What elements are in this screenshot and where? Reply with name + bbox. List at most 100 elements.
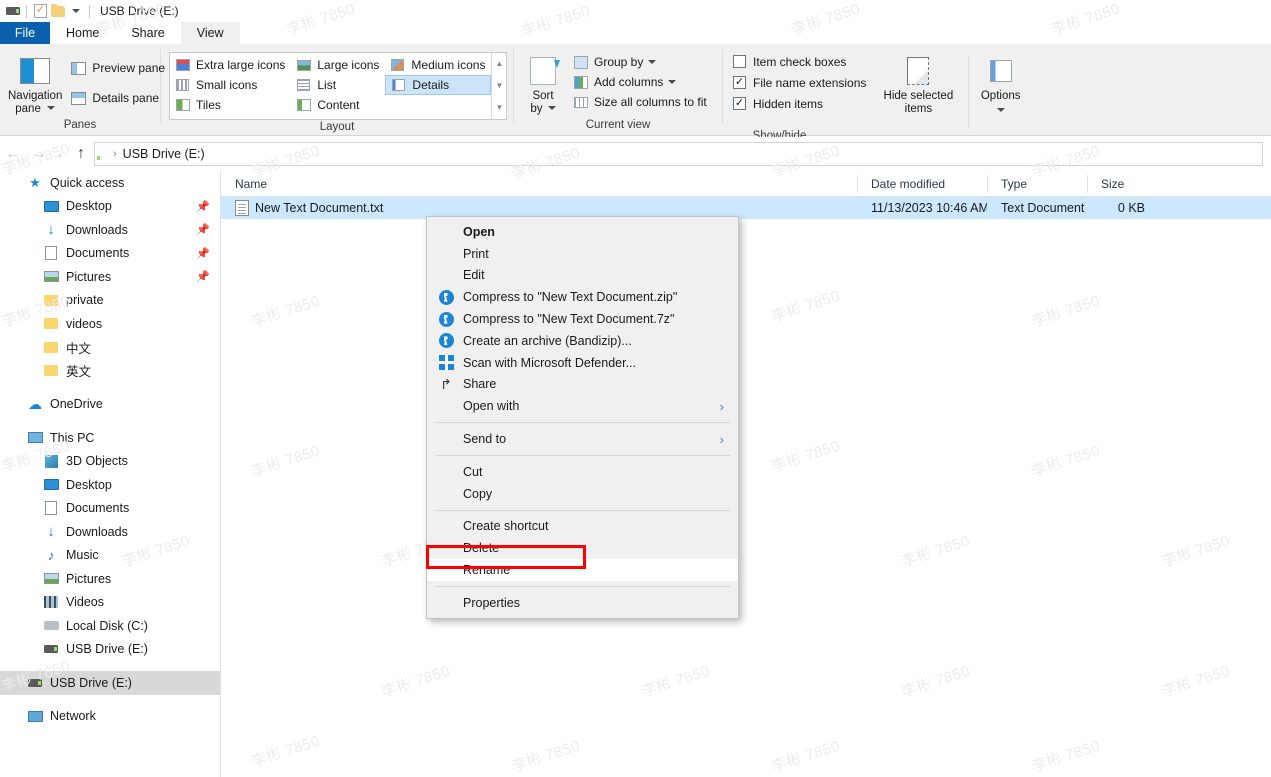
view-large-icons[interactable]: Large icons [291, 55, 385, 75]
hidden-items-option[interactable]: Hidden items [733, 93, 866, 114]
menu-item-label: Print [463, 247, 489, 261]
details-pane-button[interactable]: Details pane [68, 88, 170, 108]
context-menu-item-properties[interactable]: Properties [427, 592, 738, 614]
view-small-icons[interactable]: Small icons [170, 75, 291, 95]
hide-selected-items-button[interactable]: Hide selected items [878, 50, 958, 115]
column-header-size[interactable]: Size [1087, 171, 1155, 197]
sidebar-item-quick-access[interactable]: ★ Quick access [0, 171, 220, 195]
context-menu-item-share[interactable]: ↱ Share [427, 374, 738, 396]
pin-icon[interactable]: 📌 [196, 200, 210, 213]
table-row[interactable]: New Text Document.txt 11/13/2023 10:46 A… [221, 197, 1271, 219]
sidebar-item-desktop-pc[interactable]: Desktop [0, 473, 220, 497]
this-pc-icon [26, 429, 44, 447]
menu-item-label: Share [463, 377, 496, 391]
size-all-columns-button[interactable]: Size all columns to fit [570, 92, 712, 112]
context-menu-item-create-archive[interactable]: Create an archive (Bandizip)... [427, 330, 738, 352]
context-menu-item-create-shortcut[interactable]: Create shortcut [427, 516, 738, 538]
sidebar-item-onedrive[interactable]: ☁ OneDrive [0, 393, 220, 417]
music-icon: ♪ [42, 546, 60, 564]
group-by-button[interactable]: Group by [570, 52, 712, 72]
file-name-extensions-option[interactable]: File name extensions [733, 72, 866, 93]
forward-arrow-icon[interactable]: → [26, 141, 52, 167]
gallery-scrollbar[interactable]: ▲ ▼ ▼ [491, 53, 506, 119]
view-content[interactable]: Content [291, 95, 385, 115]
scroll-down-icon[interactable]: ▼ [495, 82, 503, 90]
menu-item-label: Compress to "New Text Document.zip" [463, 290, 677, 304]
sidebar-item-label: Pictures [66, 270, 111, 284]
column-header-type[interactable]: Type [987, 171, 1087, 197]
pin-icon[interactable]: 📌 [196, 223, 210, 236]
sidebar-item-network[interactable]: Network [0, 705, 220, 729]
sidebar-item-documents[interactable]: Documents 📌 [0, 242, 220, 266]
menu-item-label: Scan with Microsoft Defender... [463, 356, 636, 370]
context-menu-item-open[interactable]: Open [427, 221, 738, 243]
context-menu-item-open-with[interactable]: Open with › [427, 395, 738, 417]
menu-item-label: Cut [463, 465, 482, 479]
sidebar-item-pictures[interactable]: Pictures 📌 [0, 265, 220, 289]
tab-share[interactable]: Share [115, 22, 180, 44]
customize-chevron-icon[interactable] [67, 2, 85, 20]
context-menu-item-edit[interactable]: Edit [427, 265, 738, 287]
column-header-name[interactable]: Name [221, 171, 857, 197]
sidebar-item-3d-objects[interactable]: 3D Objects [0, 450, 220, 474]
breadcrumb-separator: › [113, 148, 117, 160]
scroll-up-icon[interactable]: ▲ [495, 60, 503, 68]
sidebar-item-local-disk-c[interactable]: Local Disk (C:) [0, 614, 220, 638]
sidebar-item-videos-pc[interactable]: Videos [0, 591, 220, 615]
menu-separator [435, 510, 730, 511]
context-menu-item-compress-zip[interactable]: Compress to "New Text Document.zip" [427, 286, 738, 308]
checkbox[interactable] [733, 76, 746, 89]
pin-icon[interactable]: 📌 [196, 247, 210, 260]
sidebar-item-videos-folder[interactable]: videos [0, 312, 220, 336]
view-list[interactable]: List [291, 75, 385, 95]
tab-home[interactable]: Home [50, 22, 115, 44]
up-arrow-icon[interactable]: ↑ [68, 141, 94, 167]
sidebar-item-downloads-pc[interactable]: ↓ Downloads [0, 520, 220, 544]
context-menu-item-cut[interactable]: Cut [427, 461, 738, 483]
context-menu-item-compress-7z[interactable]: Compress to "New Text Document.7z" [427, 308, 738, 330]
new-folder-icon[interactable] [49, 2, 67, 20]
view-medium-icons[interactable]: Medium icons [385, 55, 491, 75]
tab-view[interactable]: View [181, 22, 240, 44]
sidebar-item-usb-drive-e-selected[interactable]: USB Drive (E:) [0, 671, 220, 695]
context-menu-item-send-to[interactable]: Send to › [427, 428, 738, 450]
folder-icon [42, 291, 60, 309]
preview-pane-button[interactable]: Preview pane [68, 58, 170, 78]
sidebar-item-chinese-folder[interactable]: 中文 [0, 336, 220, 360]
type-cell: Text Document [987, 197, 1087, 219]
add-columns-button[interactable]: Add columns [570, 72, 712, 92]
sidebar-item-documents-pc[interactable]: Documents [0, 497, 220, 521]
column-header-date-modified[interactable]: Date modified [857, 171, 987, 197]
back-arrow-icon[interactable]: ← [0, 141, 26, 167]
checkbox[interactable] [733, 55, 746, 68]
checkbox[interactable] [733, 97, 746, 110]
options-button[interactable]: Options [973, 50, 1028, 115]
view-tiles[interactable]: Tiles [170, 95, 291, 115]
chevron-down-icon [47, 106, 55, 110]
navigation-pane-button[interactable]: Navigation pane [8, 50, 62, 115]
view-extra-large-icons[interactable]: Extra large icons [170, 55, 291, 75]
sidebar-item-private[interactable]: private [0, 289, 220, 313]
context-menu-item-copy[interactable]: Copy [427, 483, 738, 505]
sidebar-item-desktop[interactable]: Desktop 📌 [0, 195, 220, 219]
properties-icon[interactable] [31, 2, 49, 20]
sidebar-item-music[interactable]: ♪ Music [0, 544, 220, 568]
scroll-more-icon[interactable]: ▼ [495, 104, 503, 112]
item-check-boxes-option[interactable]: Item check boxes [733, 51, 866, 72]
address-input[interactable]: › USB Drive (E:) [94, 142, 1263, 166]
sidebar-item-pictures-pc[interactable]: Pictures [0, 567, 220, 591]
details-pane-label: Details pane [92, 91, 159, 105]
sidebar-item-usb-drive-e-pc[interactable]: USB Drive (E:) [0, 638, 220, 662]
pin-icon[interactable]: 📌 [196, 270, 210, 283]
context-menu-item-print[interactable]: Print [427, 243, 738, 265]
share-icon: ↱ [437, 375, 455, 393]
tab-file[interactable]: File [0, 22, 50, 44]
sidebar-item-this-pc[interactable]: This PC [0, 426, 220, 450]
sort-by-button[interactable]: Sort by [520, 50, 566, 115]
breadcrumb-path[interactable]: USB Drive (E:) [123, 147, 205, 161]
recent-locations-chevron-icon[interactable]: ⌄ [52, 141, 68, 167]
view-details[interactable]: Details [385, 75, 491, 95]
sidebar-item-downloads[interactable]: ↓ Downloads 📌 [0, 218, 220, 242]
sidebar-item-english-folder[interactable]: 英文 [0, 359, 220, 383]
context-menu-item-scan-defender[interactable]: Scan with Microsoft Defender... [427, 352, 738, 374]
